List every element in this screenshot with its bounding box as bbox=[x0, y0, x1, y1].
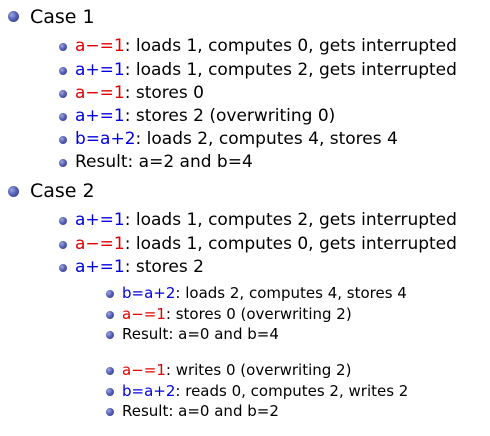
case-2-heading: Case 2 bbox=[30, 180, 95, 202]
case-1-item-5-text: : loads 2, computes 4, stores 4 bbox=[135, 129, 398, 149]
sub-a-item-1-text: : loads 2, computes 4, stores 4 bbox=[175, 284, 407, 302]
case-2-item-1-bullet-icon bbox=[59, 217, 67, 225]
case-1-item-5-bullet-icon bbox=[59, 136, 67, 144]
case-1-item-3-code: a−=1 bbox=[75, 83, 125, 103]
case-1-item-2-text: : loads 1, computes 2, gets interrupted bbox=[124, 60, 457, 80]
case-1-item-5-code: b=a+2 bbox=[75, 129, 136, 149]
sub-a-result-bullet-icon bbox=[106, 331, 114, 339]
case-1-heading: Case 1 bbox=[30, 6, 95, 28]
sub-a-item-2-text: : stores 0 (overwriting 2) bbox=[165, 305, 352, 323]
case-1-item-4-bullet-icon bbox=[59, 113, 67, 121]
case-1-item-1: a−=1: loads 1, computes 0, gets interrup… bbox=[75, 38, 457, 55]
case-1-item-1-bullet-icon bbox=[59, 43, 67, 51]
case-1-item-2-code: a+=1 bbox=[75, 60, 125, 80]
case-2-item-3-bullet-icon bbox=[59, 264, 67, 272]
case-2-item-1-text: : loads 1, computes 2, gets interrupted bbox=[124, 210, 457, 230]
case-1-item-1-code: a−=1 bbox=[75, 36, 125, 56]
sub-a-item-2: a−=1: stores 0 (overwriting 2) bbox=[122, 307, 352, 322]
case-2-item-2-code: a−=1 bbox=[75, 234, 125, 254]
case-2-item-3-code: a+=1 bbox=[75, 257, 125, 277]
case-1-item-3-text: : stores 0 bbox=[124, 83, 204, 103]
case-1-item-4-code: a+=1 bbox=[75, 106, 125, 126]
sub-b-item-1-bullet-icon bbox=[106, 367, 114, 375]
sub-b-result-bullet-icon bbox=[106, 408, 114, 416]
case-2-bullet-icon bbox=[8, 186, 19, 197]
case-1-item-3: a−=1: stores 0 bbox=[75, 85, 204, 102]
case-2-item-3: a+=1: stores 2 bbox=[75, 259, 204, 276]
sub-a-result: Result: a=0 and b=4 bbox=[122, 325, 279, 343]
case-2-item-2: a−=1: loads 1, computes 0, gets interrup… bbox=[75, 236, 457, 253]
sub-b-item-2-code: b=a+2 bbox=[122, 382, 176, 400]
sub-b-result: Result: a=0 and b=2 bbox=[122, 402, 279, 420]
sub-a-item-1: b=a+2: loads 2, computes 4, stores 4 bbox=[122, 286, 407, 301]
sub-a-item-2-bullet-icon bbox=[106, 311, 114, 319]
sub-a-item-1-code: b=a+2 bbox=[122, 284, 176, 302]
sub-b-item-1-code: a−=1 bbox=[122, 361, 166, 379]
case-2-item-1: a+=1: loads 1, computes 2, gets interrup… bbox=[75, 212, 457, 229]
case-1-item-3-bullet-icon bbox=[59, 90, 67, 98]
case-1-result: Result: a=2 and b=4 bbox=[75, 152, 253, 172]
sub-b-item-1: a−=1: writes 0 (overwriting 2) bbox=[122, 363, 351, 378]
case-1-item-2-bullet-icon bbox=[59, 67, 67, 75]
case-1-item-5: b=a+2: loads 2, computes 4, stores 4 bbox=[75, 131, 398, 148]
sub-a-item-2-code: a−=1 bbox=[122, 305, 166, 323]
case-2-item-2-text: : loads 1, computes 0, gets interrupted bbox=[124, 234, 457, 254]
case-1-item-1-text: : loads 1, computes 0, gets interrupted bbox=[124, 36, 457, 56]
sub-b-item-2-text: : reads 0, computes 2, writes 2 bbox=[175, 382, 409, 400]
case-1-item-2: a+=1: loads 1, computes 2, gets interrup… bbox=[75, 62, 457, 79]
case-1-bullet-icon bbox=[8, 11, 19, 22]
sub-b-item-1-text: : writes 0 (overwriting 2) bbox=[165, 361, 352, 379]
case-2-item-2-bullet-icon bbox=[59, 241, 67, 249]
sub-a-item-1-bullet-icon bbox=[106, 290, 114, 298]
case-1-item-4: a+=1: stores 2 (overwriting 0) bbox=[75, 108, 335, 125]
case-1-result-bullet-icon bbox=[59, 159, 67, 167]
case-2-item-3-text: : stores 2 bbox=[124, 257, 204, 277]
sub-b-item-2: b=a+2: reads 0, computes 2, writes 2 bbox=[122, 384, 408, 399]
sub-b-item-2-bullet-icon bbox=[106, 388, 114, 396]
case-2-item-1-code: a+=1 bbox=[75, 210, 125, 230]
case-1-item-4-text: : stores 2 (overwriting 0) bbox=[124, 106, 336, 126]
